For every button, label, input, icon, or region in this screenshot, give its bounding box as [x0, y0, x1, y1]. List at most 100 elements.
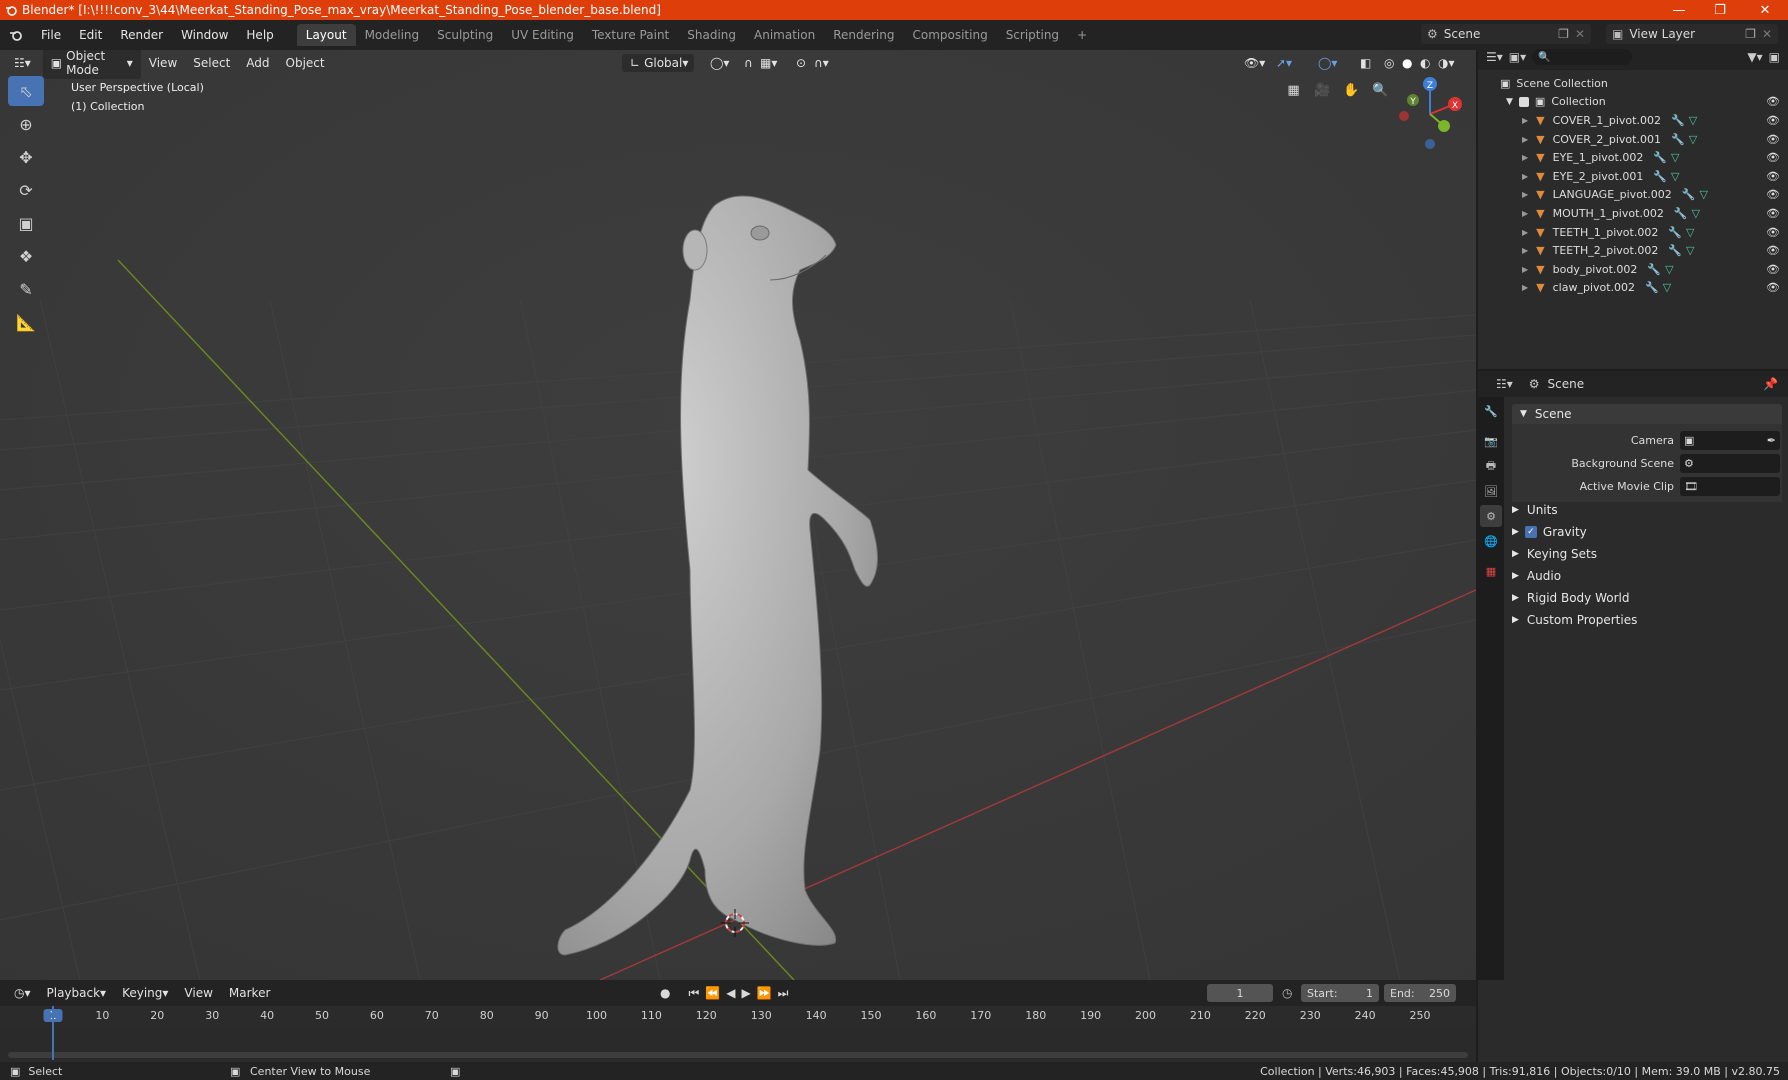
mesh-data-icon[interactable]: ▽ — [1686, 244, 1694, 257]
next-keyframe-icon[interactable]: ⏩ — [757, 986, 772, 1000]
menu-select[interactable]: Select — [185, 54, 238, 72]
pan-hand-icon[interactable]: ✋ — [1339, 78, 1364, 103]
timeline-body[interactable] — [0, 1026, 1476, 1062]
scene-collection-row[interactable]: ▣ Scene Collection — [1478, 74, 1788, 93]
cursor-tool-icon[interactable]: ⊕ — [8, 109, 44, 139]
navigation-gizmo[interactable]: Z X Y — [1390, 74, 1470, 154]
zoom-icon[interactable]: 🔍 — [1368, 78, 1393, 103]
timeline-scrollbar[interactable] — [8, 1052, 1468, 1058]
disclosure-triangle-icon[interactable]: ▼ — [1506, 97, 1513, 107]
eye-icon[interactable]: 👁 — [1766, 170, 1780, 183]
disclosure-triangle-icon[interactable]: ▶ — [1522, 153, 1528, 162]
outliner-search-input[interactable]: 🔍 — [1532, 49, 1633, 65]
menu-keying[interactable]: Keying ▾ — [114, 984, 176, 1002]
blender-menu-icon[interactable] — [0, 29, 32, 41]
tab-sculpting[interactable]: Sculpting — [428, 24, 502, 46]
eye-icon[interactable]: 👁 — [1766, 151, 1780, 164]
world-tab-icon[interactable]: 🌐 — [1480, 530, 1502, 552]
mesh-data-icon[interactable]: ▽ — [1665, 263, 1673, 276]
outliner-object-row[interactable]: ▶ ▼ TEETH_1_pivot.002 🔧 ▽ 👁 — [1478, 223, 1788, 242]
play-icon[interactable]: ▶ — [741, 986, 750, 1000]
tab-rendering[interactable]: Rendering — [824, 24, 903, 46]
render-tab-icon[interactable]: 📷 — [1480, 430, 1502, 452]
eye-icon[interactable]: 👁 — [1766, 207, 1780, 220]
camera-field[interactable]: ▣ ✒ — [1680, 431, 1780, 450]
jump-end-icon[interactable]: ⏭ — [778, 986, 789, 1001]
copy-icon[interactable]: ❐ — [1745, 27, 1756, 41]
modifier-wrench-icon[interactable]: 🔧 — [1671, 114, 1685, 127]
falloff-icon[interactable]: ∩▾ — [806, 54, 837, 72]
tab-scripting[interactable]: Scripting — [997, 24, 1068, 46]
modifier-wrench-icon[interactable]: 🔧 — [1653, 170, 1667, 183]
new-collection-icon[interactable]: ▣ — [1769, 50, 1780, 64]
display-mode-icon[interactable]: ☰▾ — [1486, 50, 1503, 64]
movie-clip-field[interactable]: 🎞 — [1680, 477, 1780, 496]
outliner-object-row[interactable]: ▶ ▼ EYE_1_pivot.002 🔧 ▽ 👁 — [1478, 148, 1788, 167]
modifier-wrench-icon[interactable]: 🔧 — [1668, 226, 1682, 239]
frame-ruler[interactable]: 1102030405060708090100110120130140150160… — [0, 1006, 1476, 1026]
close-icon[interactable]: ✕ — [1742, 0, 1788, 20]
pivot-point-icon[interactable]: ◯▾ — [702, 54, 737, 72]
close-small-icon[interactable]: ✕ — [1762, 27, 1772, 41]
eye-icon[interactable]: 👁 — [1766, 188, 1780, 201]
gizmo-toggle-icon[interactable]: ➚▾ — [1268, 54, 1300, 72]
outliner-object-row[interactable]: ▶ ▼ LANGUAGE_pivot.002 🔧 ▽ 👁 — [1478, 186, 1788, 205]
background-scene-field[interactable]: ⚙ — [1680, 454, 1780, 473]
view-layer-tab-icon[interactable]: 🖼 — [1480, 480, 1502, 502]
mesh-data-icon[interactable]: ▽ — [1689, 133, 1697, 146]
overlay-toggle-icon[interactable]: ◯▾ — [1310, 54, 1345, 72]
tab-texture-paint[interactable]: Texture Paint — [583, 24, 678, 46]
annotate-tool-icon[interactable]: ✎ — [8, 274, 44, 304]
move-tool-icon[interactable]: ✥ — [8, 142, 44, 172]
tab-modeling[interactable]: Modeling — [356, 24, 429, 46]
outliner-object-row[interactable]: ▶ ▼ MOUTH_1_pivot.002 🔧 ▽ 👁 — [1478, 204, 1788, 223]
eye-icon[interactable]: 👁 — [1766, 95, 1780, 108]
gravity-checkbox[interactable]: ✓ — [1524, 526, 1537, 538]
panel-custom-properties[interactable]: ▶ Custom Properties — [1512, 613, 1637, 627]
pin-icon[interactable]: 📌 — [1763, 377, 1778, 391]
eye-icon[interactable]: 👁 — [1766, 114, 1780, 127]
modifier-wrench-icon[interactable]: 🔧 — [1645, 281, 1659, 294]
eye-icon[interactable]: 👁 — [1766, 133, 1780, 146]
timeline[interactable]: ◷▾ Playback ▾ Keying ▾ View Marker ● ⏮ ⏪ ◀… — [0, 980, 1476, 1062]
eye-icon[interactable]: 👁 — [1766, 244, 1780, 257]
modifier-wrench-icon[interactable]: 🔧 — [1682, 188, 1696, 201]
tab-layout[interactable]: Layout — [296, 24, 356, 46]
outliner-object-row[interactable]: ▶ ▼ COVER_1_pivot.002 🔧 ▽ 👁 — [1478, 111, 1788, 130]
start-frame-field[interactable]: Start: 1 — [1301, 984, 1379, 1002]
scene-tab-icon[interactable]: ⚙ — [1480, 505, 1502, 527]
select-box-tool-icon[interactable]: ⬁ — [8, 76, 44, 106]
mesh-data-icon[interactable]: ▽ — [1692, 207, 1700, 220]
menu-help[interactable]: Help — [237, 28, 282, 42]
disclosure-triangle-icon[interactable]: ▶ — [1522, 190, 1528, 199]
transform-tool-icon[interactable]: ❖ — [8, 241, 44, 271]
editor-type-icon[interactable]: ◷▾ — [6, 984, 39, 1002]
prev-keyframe-icon[interactable]: ⏪ — [705, 986, 720, 1000]
snap-target-icon[interactable]: ▦▾ — [752, 54, 785, 72]
camera-icon[interactable]: 🎥 — [1310, 78, 1335, 103]
playhead[interactable] — [52, 1006, 54, 1060]
tab-uv-editing[interactable]: UV Editing — [502, 24, 583, 46]
panel-audio[interactable]: ▶ Audio — [1512, 569, 1561, 583]
outliner[interactable]: ☰▾ ▣▾ 🔍 ▼▾ ▣ ▣ Scene Collection ▼ ▣ Coll… — [1478, 44, 1788, 369]
mesh-data-icon[interactable]: ▽ — [1663, 281, 1671, 294]
mesh-data-icon[interactable]: ▽ — [1686, 226, 1694, 239]
restore-icon[interactable]: ❐ — [1697, 0, 1743, 20]
modifier-wrench-icon[interactable]: 🔧 — [1647, 263, 1661, 276]
outliner-object-row[interactable]: ▶ ▼ EYE_2_pivot.001 🔧 ▽ 👁 — [1478, 167, 1788, 186]
clock-icon[interactable]: ◷ — [1282, 986, 1292, 1000]
modifier-wrench-icon[interactable]: 🔧 — [1671, 133, 1685, 146]
disclosure-triangle-icon[interactable]: ▶ — [1522, 209, 1528, 218]
editor-type-icon[interactable]: ☷▾ — [6, 54, 39, 72]
panel-gravity[interactable]: ▶ ✓ Gravity — [1512, 525, 1587, 539]
measure-tool-icon[interactable]: 📐 — [8, 307, 44, 337]
disclosure-triangle-icon[interactable]: ▶ — [1522, 228, 1528, 237]
outliner-object-row[interactable]: ▶ ▼ COVER_2_pivot.001 🔧 ▽ 👁 — [1478, 130, 1788, 149]
menu-render[interactable]: Render — [111, 28, 172, 42]
eyedropper-icon[interactable]: ✒ — [1767, 434, 1776, 447]
add-workspace-icon[interactable]: + — [1068, 24, 1096, 46]
3d-viewport[interactable]: ☷▾ ▣ Object Mode ▾ View Select Add Objec… — [0, 50, 1476, 980]
minimize-icon[interactable]: — — [1656, 0, 1702, 20]
menu-window[interactable]: Window — [172, 28, 237, 42]
panel-rigid-body-world[interactable]: ▶ Rigid Body World — [1512, 591, 1629, 605]
